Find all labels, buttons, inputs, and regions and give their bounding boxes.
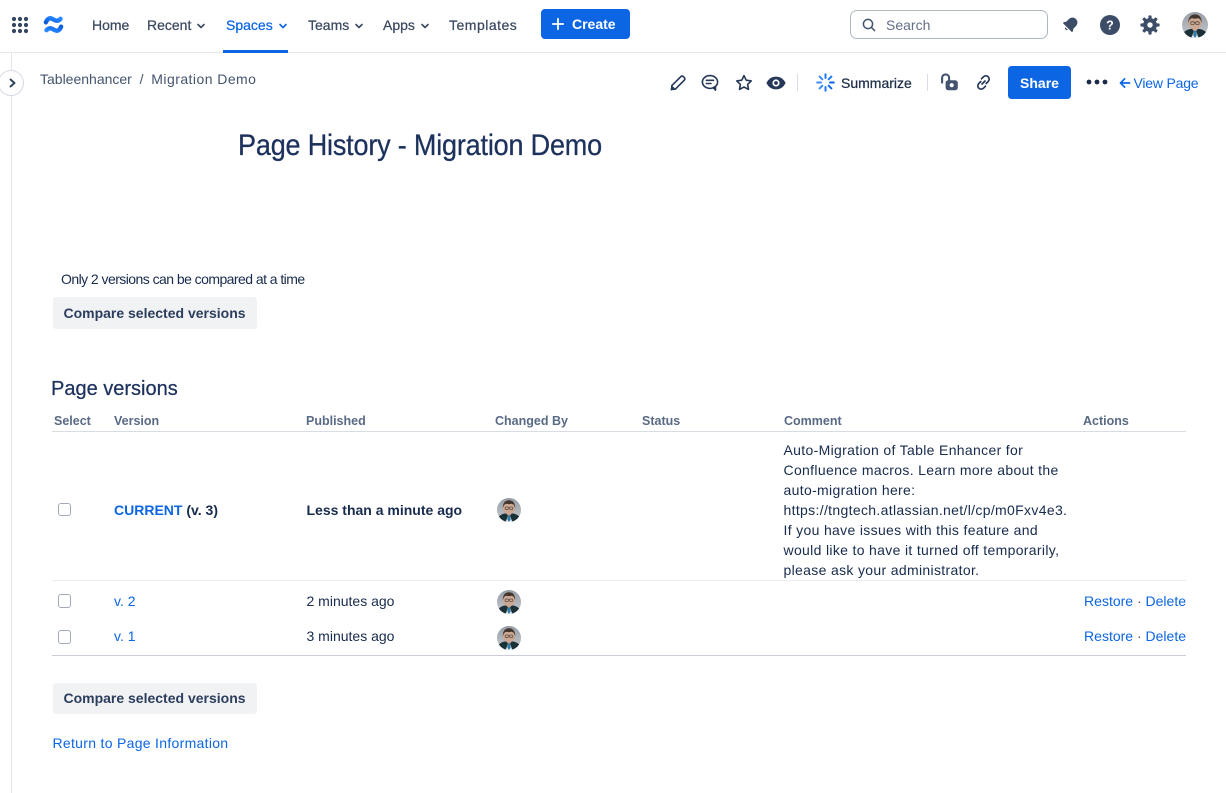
svg-text:?: ?	[1106, 18, 1114, 32]
